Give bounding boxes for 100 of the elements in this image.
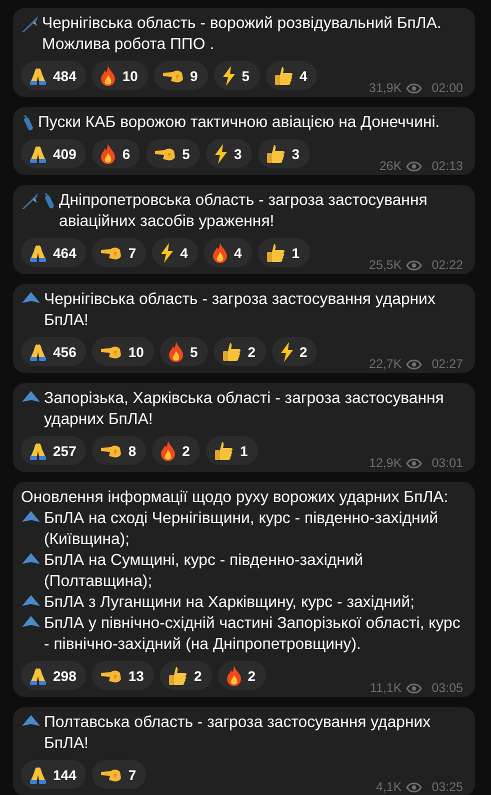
drone-icon [21, 291, 41, 305]
eye-icon [406, 782, 422, 792]
eye-icon [406, 358, 422, 370]
reaction-button[interactable]: 13 [92, 661, 154, 690]
message-time: 03:01 [432, 456, 463, 470]
pointing-hand-icon [154, 146, 176, 162]
reaction-button[interactable]: 5 [146, 139, 200, 168]
reaction-button[interactable]: 4 [266, 61, 318, 90]
reaction-button[interactable]: 7 [92, 238, 146, 267]
fire-icon [160, 440, 176, 460]
reaction-button[interactable]: 4 [152, 238, 198, 267]
reaction-button[interactable]: 5 [214, 61, 260, 90]
message-text: БпЛА з Луганщини на Харківщину, курс - західний; [44, 593, 415, 613]
message-text: БпЛА на сході Чернігівщини, курс - південно-західний (Київщина); [44, 509, 440, 550]
thumbs-up-icon [214, 440, 234, 460]
thumbs-up-icon [222, 342, 242, 362]
fire-icon [226, 666, 242, 686]
reaction-button[interactable]: 144 [21, 760, 86, 789]
reaction-button[interactable]: 9 [154, 61, 208, 90]
view-count: 31,9K [369, 81, 402, 95]
reaction-button[interactable]: 2 [214, 337, 266, 366]
eye-icon [406, 682, 422, 694]
praying-hands-icon [29, 666, 47, 686]
thumbs-up-icon [266, 242, 286, 262]
lightning-icon [214, 144, 228, 164]
message-time: 02:00 [432, 81, 463, 95]
thumbs-up-icon [168, 666, 188, 686]
message-time: 03:25 [432, 780, 463, 794]
praying-hands-icon [29, 66, 47, 86]
reaction-button[interactable]: 6 [92, 139, 140, 168]
missile-icon [21, 15, 39, 33]
reaction-button[interactable]: 10 [92, 337, 154, 366]
message-text: Чернігівська область - ворожий розвідувальний БпЛА. Можлива робота ППО . [42, 14, 442, 55]
missile-icon [21, 192, 39, 210]
message-text: Пуски КАБ ворожою тактичною авіацією на Донеччині. [38, 113, 440, 133]
message-text: Полтавська область - загроза застосування ударних БпЛА! [44, 713, 432, 754]
message-text: БпЛА на Сумщині, курс - південно-західний (Полтавщина); [44, 551, 364, 592]
message-time: 02:13 [432, 159, 463, 173]
pointing-hand-icon [162, 68, 184, 84]
view-count: 4,1K [376, 780, 402, 794]
reaction-button[interactable]: 3 [206, 139, 252, 168]
praying-hands-icon [29, 144, 47, 164]
eye-icon [406, 260, 422, 270]
message-text: Чернігівська область - загроза застосування ударних БпЛА! [44, 290, 436, 331]
view-count: 11,1K [370, 681, 402, 695]
pointing-hand-icon [100, 442, 122, 458]
reaction-button[interactable]: 4 [204, 238, 252, 267]
praying-hands-icon [29, 342, 47, 362]
drone-icon [21, 390, 41, 404]
reaction-button[interactable]: 2 [218, 661, 266, 690]
drone-icon [21, 510, 41, 524]
eye-icon [406, 82, 422, 94]
drone-icon [21, 552, 41, 566]
reaction-button[interactable]: 2 [160, 661, 212, 690]
message-time: 02:27 [432, 357, 463, 371]
view-count: 25,5K [369, 258, 402, 272]
message-time: 03:05 [432, 681, 463, 695]
drone-icon [21, 594, 41, 608]
message-text: БпЛА у північно-східній частині Запорізької області, курс - північно-західний (на Дніпропетровщину). [44, 614, 462, 655]
praying-hands-icon [29, 242, 47, 262]
drone-icon [21, 714, 41, 728]
lightning-icon [280, 342, 294, 362]
reaction-button[interactable]: 7 [92, 760, 146, 789]
reaction-button[interactable]: 456 [21, 337, 86, 366]
pointing-hand-icon [100, 244, 122, 260]
eye-icon [406, 458, 422, 468]
reaction-button[interactable]: 409 [21, 139, 86, 168]
reaction-button[interactable]: 1 [258, 238, 310, 267]
lightning-icon [160, 242, 174, 262]
message-text: Запорізька, Харківська області - загроза застосування ударних БпЛА! [44, 389, 445, 430]
fire-icon [168, 342, 184, 362]
reaction-button[interactable]: 257 [21, 436, 86, 465]
message-text: Дніпропетровська область - загроза застосування авіаційних засобів ураження! [59, 191, 428, 232]
praying-hands-icon [29, 764, 47, 784]
reaction-button[interactable]: 10 [92, 61, 148, 90]
eye-icon [406, 160, 422, 172]
view-count: 26K [379, 159, 402, 173]
reaction-button[interactable]: 484 [21, 61, 86, 90]
lightning-icon [222, 66, 236, 86]
fire-icon [100, 66, 116, 86]
pointing-hand-icon [100, 766, 122, 782]
reaction-button[interactable]: 2 [152, 436, 200, 465]
reaction-button[interactable]: 2 [272, 337, 318, 366]
message-text: Оновлення інформації щодо руху ворожих ударних БпЛА: [21, 488, 448, 508]
drone-icon [21, 615, 41, 629]
view-count: 22,7K [369, 357, 402, 371]
message-time: 02:22 [432, 258, 463, 272]
reaction-button[interactable]: 3 [258, 139, 310, 168]
praying-hands-icon [29, 440, 47, 460]
view-count: 12,9K [369, 456, 402, 470]
reaction-button[interactable]: 298 [21, 661, 86, 690]
reaction-button[interactable]: 5 [160, 337, 208, 366]
thumbs-up-icon [266, 144, 286, 164]
fire-icon [212, 242, 228, 262]
fire-icon [100, 144, 116, 164]
reaction-button[interactable]: 464 [21, 238, 86, 267]
pointing-hand-icon [100, 668, 122, 684]
reaction-button[interactable]: 8 [92, 436, 146, 465]
pointing-hand-icon [100, 344, 122, 360]
reaction-button[interactable]: 1 [206, 436, 258, 465]
